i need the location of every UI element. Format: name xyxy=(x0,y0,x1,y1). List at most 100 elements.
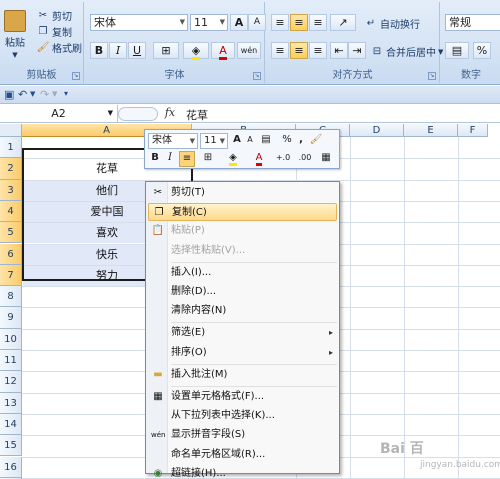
row-header-9[interactable]: 9 xyxy=(0,307,22,329)
row-header-2[interactable]: 2 xyxy=(0,158,22,180)
mini-size-select[interactable]: 11 ▼ xyxy=(200,133,228,149)
align-middle-button[interactable]: ≡ xyxy=(290,14,308,31)
italic-button[interactable]: I xyxy=(109,42,127,59)
fill-color-button[interactable]: ◈ xyxy=(183,42,209,60)
mini-font-color-button[interactable]: A xyxy=(249,151,269,167)
accounting-format-button[interactable]: ▤ xyxy=(445,42,469,59)
menu-item-2[interactable]: ❐ 复制(C) xyxy=(148,203,337,222)
mini-accounting-button[interactable]: ▤ xyxy=(258,133,274,149)
copy-button[interactable]: ❐ 复制 xyxy=(36,24,72,40)
shrink-font-button[interactable]: A xyxy=(248,14,266,31)
mini-comma-button[interactable]: , xyxy=(296,133,306,149)
menu-item-11[interactable]: ▦ 设置单元格格式(F)... xyxy=(148,388,337,406)
orientation-button[interactable]: ↗ xyxy=(330,14,356,31)
menu-item-8[interactable]: 筛选(E) ▸ xyxy=(148,324,337,342)
menu-item-3: 📋 粘贴(P) xyxy=(148,222,337,240)
row-header-5[interactable]: 5 xyxy=(0,222,22,244)
wrap-text-button[interactable]: ↵ 自动换行 xyxy=(364,16,420,32)
row-header-14[interactable]: 14 xyxy=(0,413,22,436)
alignment-launcher-icon[interactable]: ↘ xyxy=(428,72,436,80)
phonetic-button[interactable]: wén xyxy=(237,42,261,59)
select-all-corner[interactable] xyxy=(0,124,22,137)
menu-item-9[interactable]: 排序(O) ▸ xyxy=(148,344,337,362)
grow-font-button[interactable]: A xyxy=(230,14,248,31)
mini-center-button[interactable]: ≡ xyxy=(179,151,195,167)
chevron-down-icon[interactable]: ▼ xyxy=(52,90,57,98)
number-format-select[interactable]: 常规 xyxy=(445,14,500,31)
align-left-button[interactable]: ≡ xyxy=(271,42,289,59)
mini-borders-button[interactable]: ⊞ xyxy=(197,151,219,167)
insert-function-button[interactable]: fx xyxy=(160,106,180,122)
column-header-d[interactable]: D xyxy=(350,124,404,137)
undo-icon[interactable]: ↶ xyxy=(18,88,27,101)
paste-dropdown-icon: ▼ xyxy=(12,51,18,59)
align-bottom-button[interactable]: ≡ xyxy=(309,14,327,31)
clipboard-launcher-icon[interactable]: ↘ xyxy=(72,72,80,80)
menu-item-label: 从下拉列表中选择(K)... xyxy=(171,410,275,422)
row-header-15[interactable]: 15 xyxy=(0,435,22,457)
align-top-button[interactable]: ≡ xyxy=(271,14,289,31)
align-bottom-icon: ≡ xyxy=(313,16,323,29)
mini-fill-button[interactable]: ◈ xyxy=(223,151,243,167)
row-header-3[interactable]: 3 xyxy=(0,179,22,201)
menu-item-1[interactable]: ✂ 剪切(T) xyxy=(148,184,337,202)
menu-item-6[interactable]: 删除(D)... xyxy=(148,283,337,301)
row-header-13[interactable]: 13 xyxy=(0,392,22,414)
redo-icon[interactable]: ↷ xyxy=(40,88,49,101)
percent-button[interactable]: % xyxy=(473,42,491,59)
menu-item-7[interactable]: 清除内容(N) xyxy=(148,302,337,320)
row-header-7[interactable]: 7 xyxy=(0,264,22,287)
customize-qat-icon[interactable]: ▾ xyxy=(64,89,68,98)
increase-indent-button[interactable]: ⇥ xyxy=(348,42,366,59)
align-right-button[interactable]: ≡ xyxy=(309,42,327,59)
menu-item-10[interactable]: ▬ 插入批注(M) xyxy=(148,366,337,384)
row-header-1[interactable]: 1 xyxy=(0,137,22,159)
row-header-6[interactable]: 6 xyxy=(0,243,22,265)
mini-percent-button[interactable]: % xyxy=(280,133,294,149)
chevron-down-icon[interactable]: ▼ xyxy=(30,90,35,98)
row-header-8[interactable]: 8 xyxy=(0,286,22,308)
name-box[interactable]: A2 ▼ xyxy=(0,105,118,123)
row-header-16[interactable]: 16 xyxy=(0,456,22,478)
currency-icon: ▤ xyxy=(451,44,463,57)
formula-input[interactable]: 花草 xyxy=(186,107,208,123)
menu-item-label: 排序(O) xyxy=(171,346,207,358)
align-center-button[interactable]: ≡ xyxy=(290,42,308,59)
mini-format-cells-button[interactable]: ▦ xyxy=(317,151,335,167)
underline-button[interactable]: U xyxy=(128,42,146,59)
mini-format-painter-button[interactable]: 🖌 xyxy=(308,133,324,149)
menu-item-15[interactable]: ◉ 超链接(H)... xyxy=(148,465,337,479)
mini-italic-button[interactable]: I xyxy=(163,151,177,167)
font-launcher-icon[interactable]: ↘ xyxy=(253,72,261,80)
mini-grow-font-button[interactable]: A xyxy=(230,133,244,149)
mini-increase-decimal-button[interactable]: +.0 xyxy=(273,151,293,167)
row-header-4[interactable]: 4 xyxy=(0,200,22,223)
font-color-button[interactable]: A xyxy=(211,42,235,60)
font-size-value: 11 xyxy=(194,16,208,29)
mini-shrink-font-button[interactable]: A xyxy=(244,133,256,149)
column-header-f[interactable]: F xyxy=(458,124,488,137)
paste-button[interactable]: 粘贴 ▼ xyxy=(4,10,26,59)
row-header-11[interactable]: 11 xyxy=(0,350,22,372)
formula-bar-splitter[interactable] xyxy=(118,107,158,121)
column-header-e[interactable]: E xyxy=(404,124,458,137)
row-header-10[interactable]: 10 xyxy=(0,328,22,350)
cut-button[interactable]: ✂ 剪切 xyxy=(36,8,72,24)
bold-button[interactable]: B xyxy=(90,42,108,59)
menu-item-12[interactable]: 从下拉列表中选择(K)... xyxy=(148,407,337,425)
menu-item-13[interactable]: wén 显示拼音字段(S) xyxy=(148,426,337,444)
font-name-select[interactable]: 宋体 ▼ xyxy=(90,14,188,31)
save-icon[interactable]: ▣ xyxy=(4,88,14,101)
merge-center-button[interactable]: ⊟ 合并后居中 ▼ xyxy=(370,44,444,60)
row-header-12[interactable]: 12 xyxy=(0,371,22,393)
mini-font-select[interactable]: 宋体 ▼ xyxy=(148,133,198,149)
font-size-select[interactable]: 11 ▼ xyxy=(190,14,228,31)
format-painter-button[interactable]: 🖌 格式刷 xyxy=(36,40,82,56)
borders-button[interactable]: ⊞ xyxy=(153,42,179,59)
mini-bold-button[interactable]: B xyxy=(148,151,162,167)
brush-icon: 🖌 xyxy=(36,41,50,53)
menu-item-14[interactable]: 命名单元格区域(R)... xyxy=(148,446,337,464)
menu-item-5[interactable]: 插入(I)... xyxy=(148,264,337,282)
decrease-indent-button[interactable]: ⇤ xyxy=(330,42,348,59)
mini-decrease-decimal-button[interactable]: .00 xyxy=(295,151,315,167)
